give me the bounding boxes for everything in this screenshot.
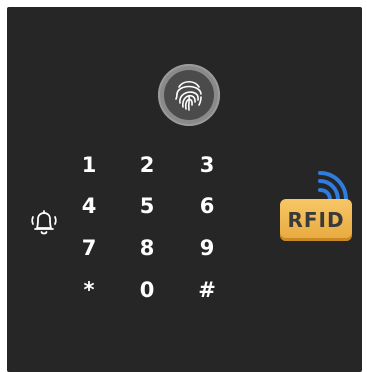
key-0[interactable]: 0 (132, 275, 162, 305)
key-9[interactable]: 9 (192, 233, 222, 263)
background: 1 2 3 4 5 6 7 8 9 * 0 # RFID (0, 0, 367, 372)
rfid-icon: RFID (280, 199, 352, 241)
bell-icon (31, 210, 57, 235)
key-2[interactable]: 2 (132, 150, 162, 180)
key-7[interactable]: 7 (74, 233, 104, 263)
key-hash[interactable]: # (192, 275, 222, 305)
doorbell-button[interactable] (27, 205, 61, 239)
key-4[interactable]: 4 (74, 191, 104, 221)
key-1[interactable]: 1 (74, 150, 104, 180)
key-5[interactable]: 5 (132, 191, 162, 221)
key-3[interactable]: 3 (192, 150, 222, 180)
key-6[interactable]: 6 (192, 191, 222, 221)
fingerprint-icon (175, 80, 202, 111)
fingerprint-pad[interactable] (164, 70, 214, 120)
rfid-label: RFID (287, 208, 345, 232)
fingerprint-sensor[interactable] (158, 64, 220, 126)
rfid-reader[interactable]: RFID (278, 170, 356, 244)
key-star[interactable]: * (74, 275, 104, 305)
key-8[interactable]: 8 (132, 233, 162, 263)
